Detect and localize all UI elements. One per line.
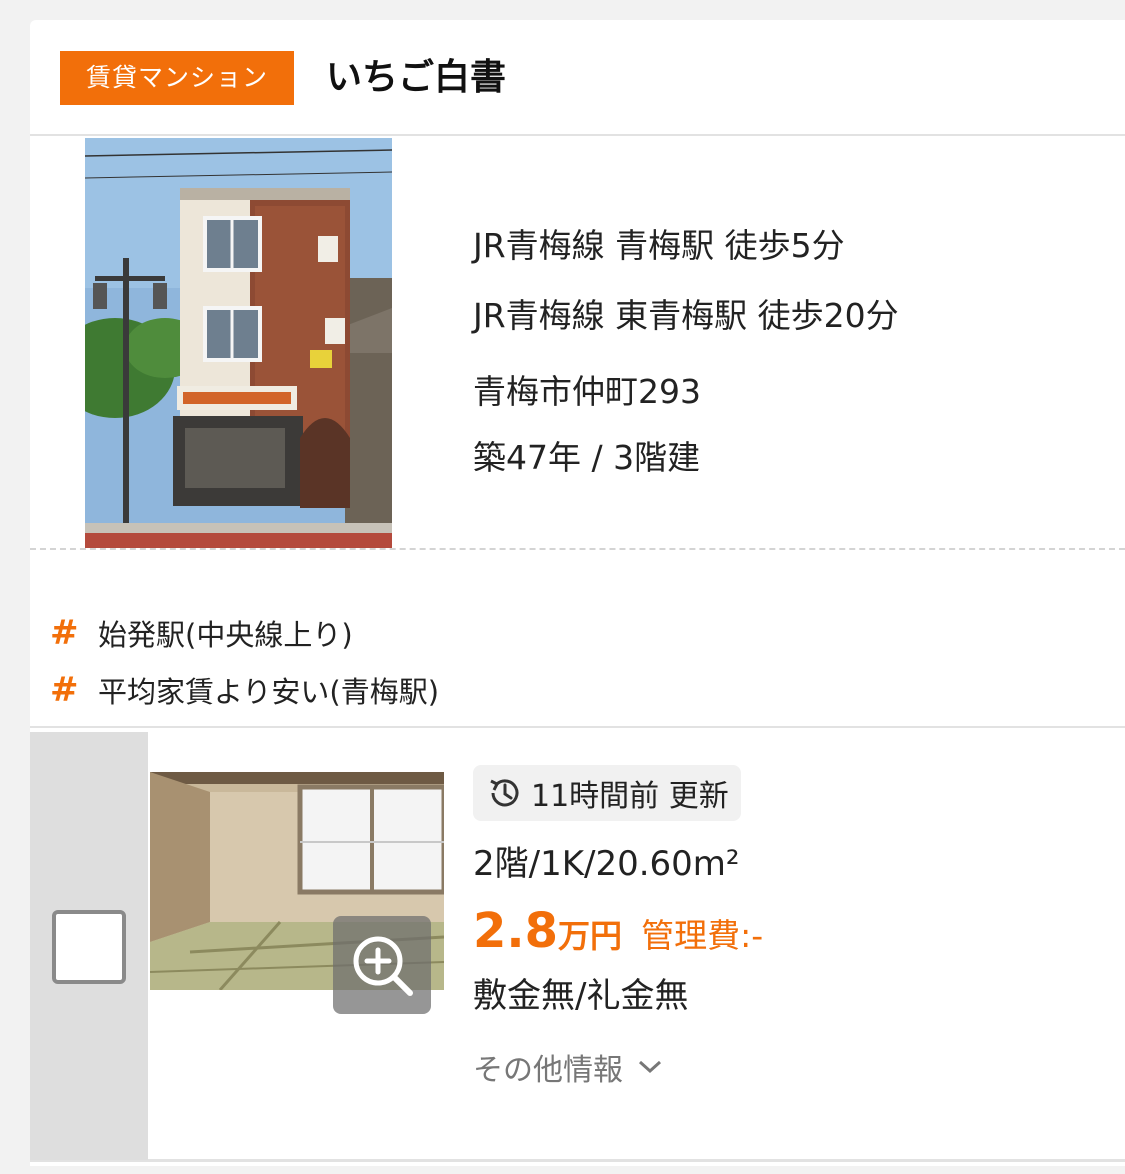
deposit-key-money: 敷金無/礼金無 [473,976,689,1016]
property-card: 賃貸マンション いちご白書 JR青梅線 青梅駅 徒歩5分 JR青梅線 東青梅駅 … [30,20,1125,1166]
building-info: JR青梅線 青梅駅 徒歩5分 JR青梅線 東青梅駅 徒歩20分 青梅市仲町293… [473,210,899,494]
updated-text: 11時間前 更新 [531,779,729,814]
tag-item[interactable]: # 始発駅(中央線上り) [50,608,353,658]
building-photo[interactable] [85,138,392,548]
access-line-1: JR青梅線 青梅駅 徒歩5分 [473,226,845,265]
more-info-toggle[interactable]: その他情報 [473,1045,763,1089]
tag-label: 始発駅(中央線上り) [98,618,353,652]
room-info: 11時間前 更新 2階/1K/20.60m² 2.8万円 管理費:- 敷金無/礼… [473,765,763,1089]
tag-item[interactable]: # 平均家賃より安い(青梅駅) [50,665,439,715]
property-type-badge: 賃貸マンション [60,51,294,105]
address: 青梅市仲町293 [473,372,701,411]
room-select-rail [30,732,148,1160]
access-line-2: JR青梅線 東青梅駅 徒歩20分 [473,296,899,335]
chevron-down-icon [638,1060,662,1074]
tag-label: 平均家賃より安い(青梅駅) [98,675,440,709]
building-name[interactable]: いちご白書 [326,52,506,104]
price-row: 2.8万円 管理費:- [473,903,763,959]
management-fee: 管理費:- [641,916,764,955]
hash-icon: # [50,670,79,710]
updated-badge: 11時間前 更新 [473,765,741,821]
hash-icon: # [50,613,79,653]
more-info-label: その他情報 [473,1053,623,1088]
zoom-button[interactable] [333,916,431,1014]
rent-unit: 万円 [558,917,623,955]
history-icon [490,779,519,807]
feature-tags: # 始発駅(中央線上り) # 平均家賃より安い(青梅駅) [30,552,1125,728]
room-row: 11時間前 更新 2階/1K/20.60m² 2.8万円 管理費:- 敷金無/礼… [30,732,1125,1162]
building-section: JR青梅線 青梅駅 徒歩5分 JR青梅線 東青梅駅 徒歩20分 青梅市仲町293… [30,138,1125,550]
rent-value: 2.8 [473,903,559,959]
age-floors: 築47年 / 3階建 [473,438,701,477]
card-header: 賃貸マンション いちご白書 [30,20,1125,136]
zoom-in-icon [353,936,413,996]
room-spec: 2階/1K/20.60m² [473,844,740,884]
room-checkbox[interactable] [52,910,126,984]
